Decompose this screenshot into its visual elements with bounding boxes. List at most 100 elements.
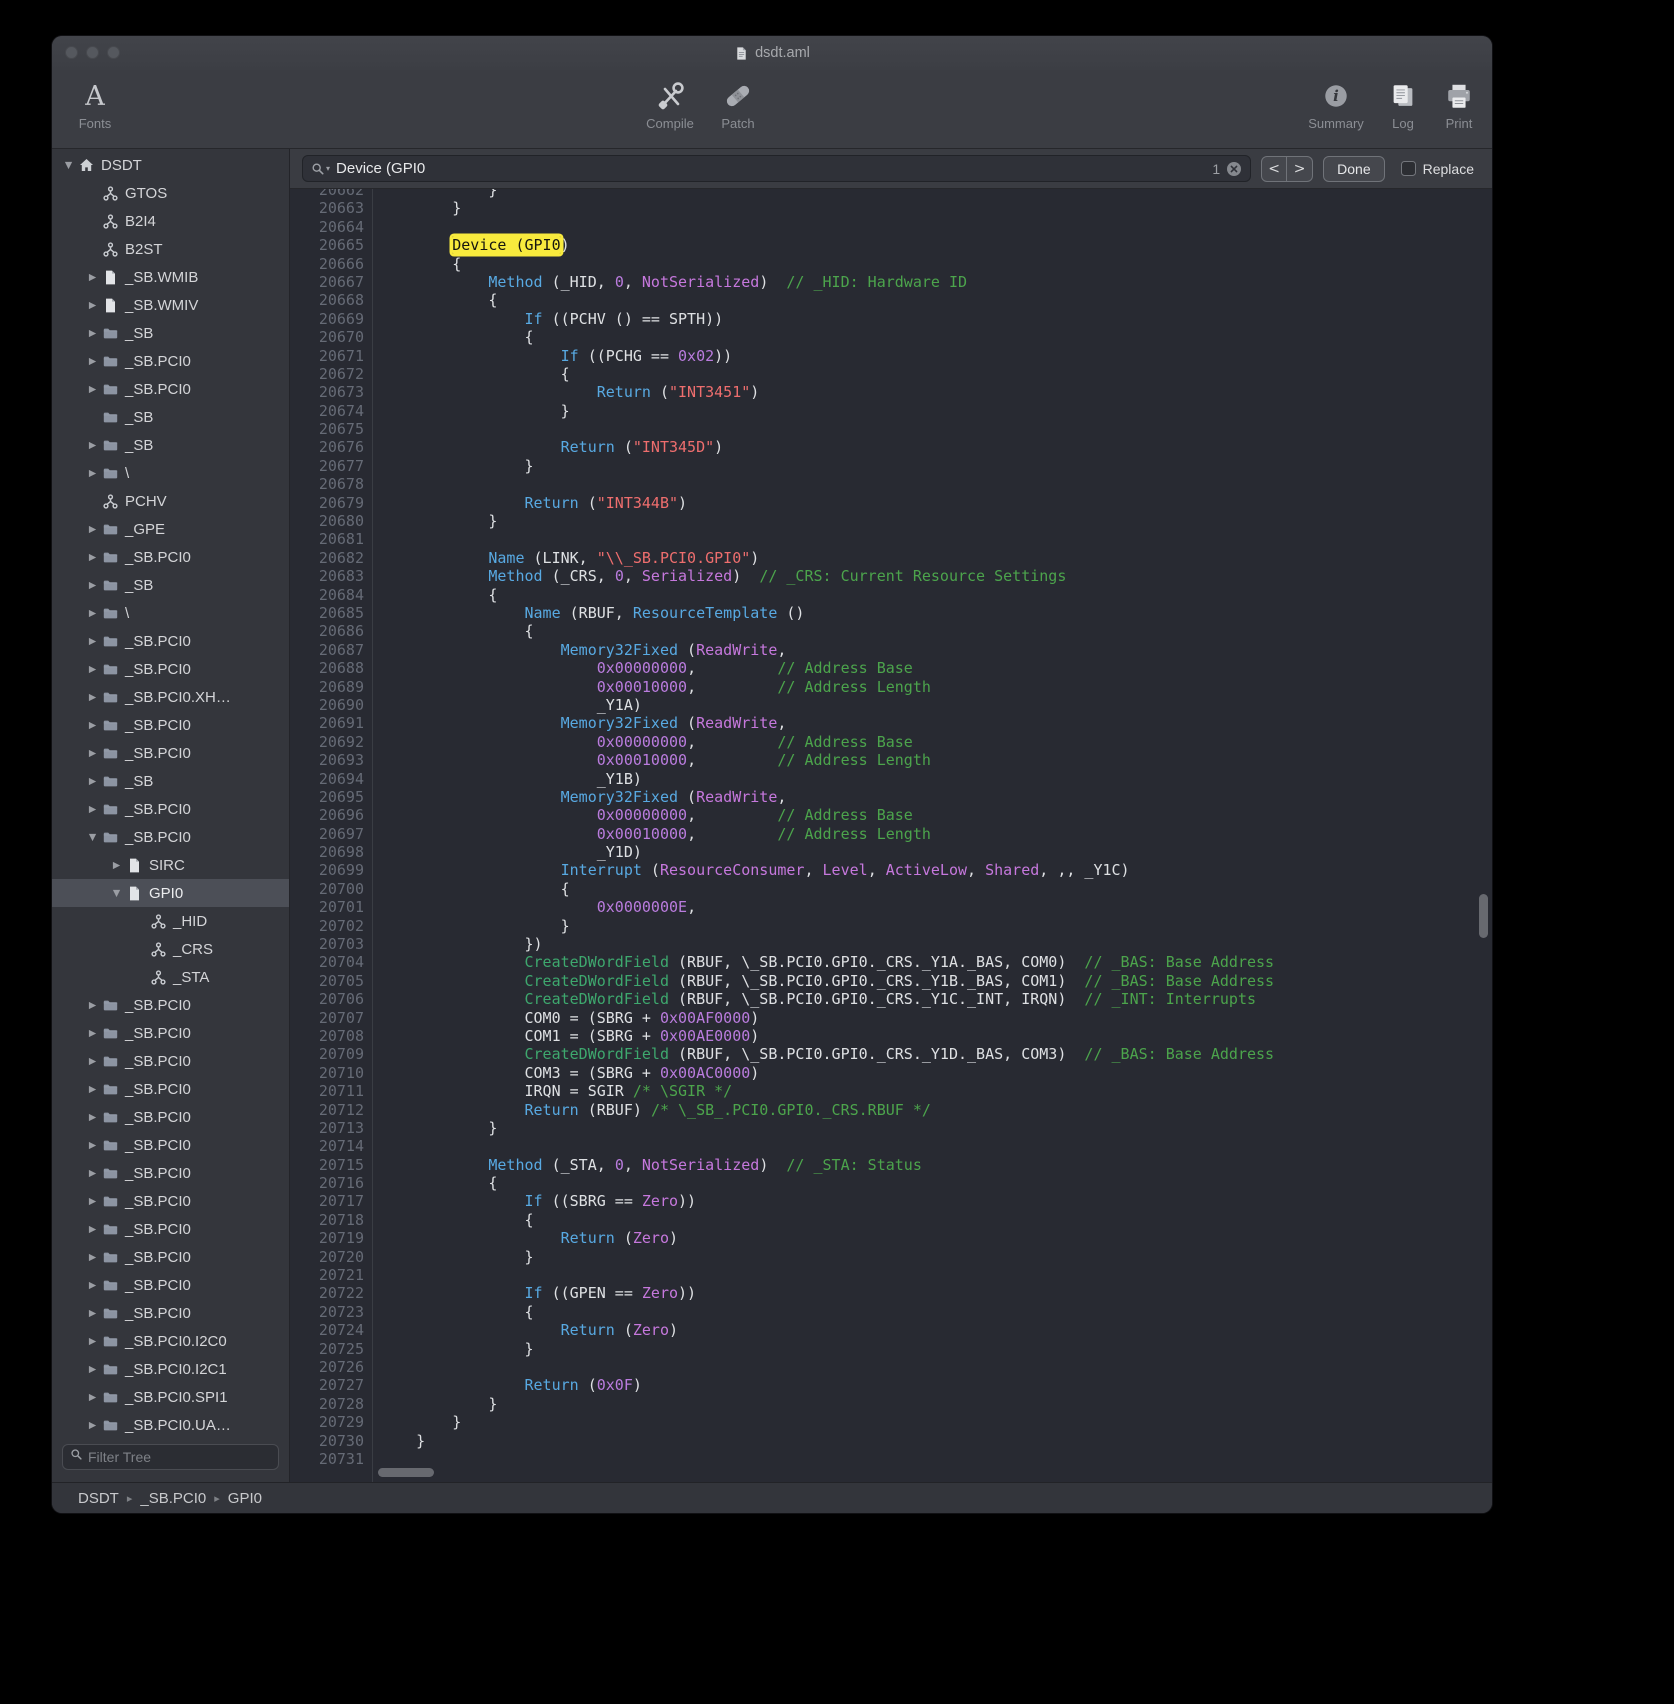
code-text[interactable] [372,1358,380,1376]
tree-item-b2i4[interactable]: B2I4 [52,207,289,235]
code-text[interactable]: If ((SBRG == Zero)) [372,1192,696,1210]
code-text[interactable]: 0x00010000, // Address Length [372,825,931,843]
breadcrumb-item[interactable]: _SB.PCI0 [140,1490,206,1507]
code-text[interactable]: 0x0000000E, [372,898,696,916]
find-input[interactable] [336,160,1206,177]
code-text[interactable]: { [372,291,497,309]
code-text[interactable]: } [372,1119,497,1137]
code-text[interactable]: } [372,1395,497,1413]
disclosure-triangle[interactable]: ▶ [84,384,101,395]
code-text[interactable]: } [372,1248,534,1266]
filter-tree-input[interactable] [88,1449,271,1465]
search-options-icon[interactable]: ▾ [311,162,330,176]
code-text[interactable]: _Y1B) [372,770,642,788]
tree-item-sb-pci0[interactable]: ▶_SB.PCI0 [52,1271,289,1299]
disclosure-triangle[interactable]: ▶ [84,748,101,759]
code-text[interactable]: COM1 = (SBRG + 0x00AE0000) [372,1027,759,1045]
tree-item-crs[interactable]: _CRS [52,935,289,963]
code-text[interactable]: Method (_CRS, 0, Serialized) // _CRS: Cu… [372,567,1066,585]
disclosure-triangle[interactable]: ▶ [84,1336,101,1347]
disclosure-triangle[interactable]: ▶ [84,272,101,283]
tree-item-sb-pci0[interactable]: ▶_SB.PCI0 [52,1299,289,1327]
code-text[interactable]: { [372,880,570,898]
tree-item-sb-pci0-i2c1[interactable]: ▶_SB.PCI0.I2C1 [52,1355,289,1383]
code-text[interactable]: Return (RBUF) /* \_SB_.PCI0.GPI0._CRS.RB… [372,1101,931,1119]
disclosure-triangle[interactable]: ▶ [84,300,101,311]
code-text[interactable]: { [372,1211,534,1229]
code-text[interactable]: 0x00010000, // Address Length [372,751,931,769]
tree-item-sb[interactable]: _SB [52,403,289,431]
disclosure-triangle[interactable]: ▶ [84,1196,101,1207]
tree-item-sb[interactable]: ▶_SB [52,319,289,347]
tree-item-sb-pci0[interactable]: ▶_SB.PCI0 [52,1103,289,1131]
code-text[interactable]: COM3 = (SBRG + 0x00AC0000) [372,1064,759,1082]
disclosure-triangle[interactable]: ▶ [84,1140,101,1151]
code-text[interactable]: } [372,457,534,475]
code-text[interactable]: Device (GPI0) [372,236,570,254]
disclosure-triangle[interactable]: ▶ [84,636,101,647]
code-text[interactable] [372,530,380,548]
tree-item-sb-pci0[interactable]: ▶_SB.PCI0 [52,711,289,739]
disclosure-triangle[interactable]: ▶ [84,1168,101,1179]
tree-item-sb-pci0-spi1[interactable]: ▶_SB.PCI0.SPI1 [52,1383,289,1411]
code-text[interactable]: { [372,255,461,273]
previous-match-button[interactable]: < [1261,156,1287,182]
clear-search-button[interactable] [1226,161,1242,177]
code-text[interactable]: Return ("INT3451") [372,383,759,401]
code-text[interactable]: { [372,365,570,383]
tree-item-sb-pci0[interactable]: ▶_SB.PCI0 [52,795,289,823]
code-text[interactable]: } [372,917,570,935]
code-text[interactable]: } [372,402,570,420]
code-text[interactable]: } [372,1340,534,1358]
tree-item-sta[interactable]: _STA [52,963,289,991]
replace-checkbox[interactable] [1401,161,1416,176]
tree-item-sb-pci0[interactable]: ▶_SB.PCI0 [52,1215,289,1243]
tree-item-sb-pci0-xh[interactable]: ▶_SB.PCI0.XH… [52,683,289,711]
disclosure-triangle[interactable]: ▶ [84,1392,101,1403]
disclosure-triangle[interactable]: ▶ [84,1056,101,1067]
code-text[interactable]: { [372,1303,534,1321]
disclosure-triangle[interactable]: ▶ [84,1280,101,1291]
disclosure-triangle[interactable]: ▼ [108,888,125,899]
tree-item-sb[interactable]: ▶_SB [52,571,289,599]
zoom-button[interactable] [107,46,120,59]
tree-item-pchv[interactable]: PCHV [52,487,289,515]
breadcrumb-item[interactable]: DSDT [78,1490,119,1507]
find-field[interactable]: ▾ 1 [302,155,1251,182]
tree-item-hid[interactable]: _HID [52,907,289,935]
code-text[interactable]: Memory32Fixed (ReadWrite, [372,788,786,806]
code-text[interactable]: Name (RBUF, ResourceTemplate () [372,604,804,622]
disclosure-triangle[interactable]: ▶ [84,720,101,731]
code-text[interactable]: } [372,512,497,530]
tree-item-sb-pci0[interactable]: ▶_SB.PCI0 [52,655,289,683]
tree-item-sb-pci0[interactable]: ▶_SB.PCI0 [52,1019,289,1047]
tree-item-sb-pci0[interactable]: ▶_SB.PCI0 [52,1047,289,1075]
code-text[interactable]: { [372,1174,497,1192]
tree-item-sirc[interactable]: ▶SIRC [52,851,289,879]
disclosure-triangle[interactable]: ▶ [84,1420,101,1431]
code-text[interactable]: } [372,199,461,217]
disclosure-triangle[interactable]: ▶ [84,692,101,703]
tree-item-sb-pci0[interactable]: ▶_SB.PCI0 [52,1243,289,1271]
disclosure-triangle[interactable]: ▶ [84,580,101,591]
disclosure-triangle[interactable]: ▶ [84,328,101,339]
code-text[interactable]: 0x00000000, // Address Base [372,659,913,677]
tree-item-sb-pci0-ua[interactable]: ▶_SB.PCI0.UA… [52,1411,289,1438]
disclosure-triangle[interactable]: ▶ [84,552,101,563]
disclosure-triangle[interactable]: ▶ [84,1364,101,1375]
tree-item-sb-pci0[interactable]: ▶_SB.PCI0 [52,1187,289,1215]
disclosure-triangle[interactable]: ▶ [84,1000,101,1011]
patch-button[interactable]: Patch [712,78,764,131]
code-text[interactable]: Return (Zero) [372,1321,678,1339]
disclosure-triangle[interactable]: ▶ [84,1308,101,1319]
tree-item-sb-pci0[interactable]: ▶_SB.PCI0 [52,627,289,655]
tree-item-sb-pci0[interactable]: ▶_SB.PCI0 [52,375,289,403]
tree-item-[interactable]: ▶\ [52,459,289,487]
code-text[interactable]: Memory32Fixed (ReadWrite, [372,714,786,732]
disclosure-triangle[interactable]: ▶ [84,608,101,619]
tree-item-sb-pci0[interactable]: ▼_SB.PCI0 [52,823,289,851]
disclosure-triangle[interactable]: ▼ [84,832,101,843]
code-text[interactable]: Return ("INT345D") [372,438,723,456]
code-text[interactable] [372,1266,380,1284]
tree-item-sb-wmib[interactable]: ▶_SB.WMIB [52,263,289,291]
